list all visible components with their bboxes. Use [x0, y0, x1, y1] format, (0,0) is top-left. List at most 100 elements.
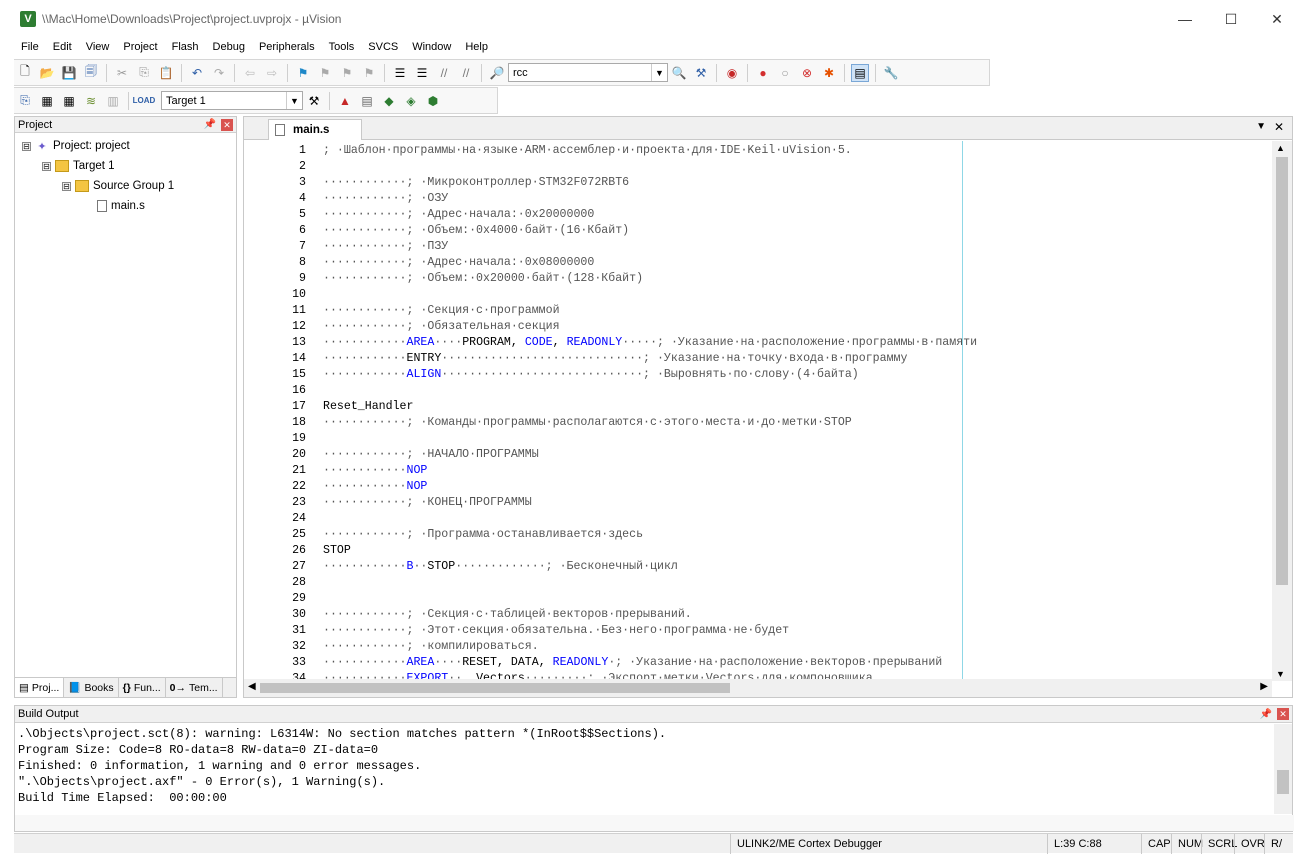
translate-icon[interactable]: ⎘: [16, 92, 34, 110]
build-output-text[interactable]: .\Objects\project.sct(8): warning: L6314…: [18, 726, 666, 806]
prev-bookmark-icon[interactable]: ⚑: [316, 64, 334, 82]
code-line[interactable]: 25 ············; ·Программа·останавливает…: [244, 527, 1272, 543]
menu-file[interactable]: File: [14, 41, 46, 53]
tab-templates[interactable]: 0→ Tem...: [166, 678, 223, 697]
cut-icon[interactable]: ✂: [113, 64, 131, 82]
chevron-down-icon[interactable]: ▼: [651, 64, 667, 81]
code-line[interactable]: 20 ············; ·НАЧАЛО·ПРОГРАММЫ: [244, 447, 1272, 463]
code-line[interactable]: 29: [244, 591, 1272, 607]
nav-back-icon[interactable]: ⇦: [241, 64, 259, 82]
code-line[interactable]: 5 ············; ·Адрес·начала:·0x20000000: [244, 207, 1272, 223]
undo-icon[interactable]: ↶: [188, 64, 206, 82]
runtime-env-icon[interactable]: ⬢: [424, 92, 442, 110]
target-options-icon[interactable]: ⚒: [305, 92, 323, 110]
code-line[interactable]: 19: [244, 431, 1272, 447]
code-line[interactable]: 12 ············; ·Обязательная·секция: [244, 319, 1272, 335]
breakpoint-icon[interactable]: ●: [754, 64, 772, 82]
open-file-icon[interactable]: 📂: [38, 64, 56, 82]
uncomment-icon[interactable]: //: [457, 64, 475, 82]
scroll-left-icon[interactable]: ◀: [248, 681, 256, 692]
target-select[interactable]: Target 1 ▼: [161, 91, 303, 110]
stop-build-icon[interactable]: ▥: [104, 92, 122, 110]
menu-flash[interactable]: Flash: [165, 41, 206, 53]
collapse-icon[interactable]: ⊟: [22, 141, 31, 151]
code-line[interactable]: 10: [244, 287, 1272, 303]
code-line[interactable]: 9 ············; ·Объем:·0x20000·байт·(128…: [244, 271, 1272, 287]
horizontal-scrollbar[interactable]: [15, 815, 1294, 831]
pin-icon[interactable]: 📌: [204, 119, 216, 130]
code-line[interactable]: 21 ············NOP: [244, 463, 1272, 479]
code-line[interactable]: 11 ············; ·Секция·с·программой: [244, 303, 1272, 319]
code-line[interactable]: 23 ············; ·КОНЕЦ·ПРОГРАММЫ: [244, 495, 1272, 511]
manage-components-icon[interactable]: ▲: [336, 92, 354, 110]
build-icon[interactable]: ▦: [38, 92, 56, 110]
tab-list-dropdown-icon[interactable]: ▼: [1256, 121, 1266, 132]
indent-icon[interactable]: ☰: [391, 64, 409, 82]
code-line[interactable]: 16: [244, 383, 1272, 399]
disable-breakpoint-icon[interactable]: ○: [776, 64, 794, 82]
code-line[interactable]: 27 ············B··STOP·············; ·Бес…: [244, 559, 1272, 575]
maximize-button[interactable]: ☐: [1208, 0, 1254, 38]
comment-icon[interactable]: //: [435, 64, 453, 82]
menu-help[interactable]: Help: [458, 41, 495, 53]
rebuild-icon[interactable]: ▦: [60, 92, 78, 110]
find-in-files-icon[interactable]: 🔎: [488, 64, 506, 82]
scroll-thumb[interactable]: [1277, 770, 1289, 794]
code-line[interactable]: 24: [244, 511, 1272, 527]
configure-icon[interactable]: 🔧: [882, 64, 900, 82]
nav-forward-icon[interactable]: ⇨: [263, 64, 281, 82]
close-icon[interactable]: ✕: [221, 119, 233, 131]
menu-window[interactable]: Window: [405, 41, 458, 53]
incremental-find-icon[interactable]: 🔍: [670, 64, 688, 82]
unindent-icon[interactable]: ☰: [413, 64, 431, 82]
code-line[interactable]: 22 ············NOP: [244, 479, 1272, 495]
code-line[interactable]: 15 ············ALIGN·····················…: [244, 367, 1272, 383]
paste-icon[interactable]: 📋: [157, 64, 175, 82]
disable-all-breakpoints-icon[interactable]: ⊗: [798, 64, 816, 82]
code-line[interactable]: 31 ············; ·Этот·секция·обязательна…: [244, 623, 1272, 639]
code-line[interactable]: 6 ············; ·Объем:·0x4000·байт·(16·К…: [244, 223, 1272, 239]
save-all-icon[interactable]: 🗐: [82, 64, 100, 82]
code-line[interactable]: 3 ············; ·Микроконтроллер·STM32F07…: [244, 175, 1272, 191]
tree-item-project[interactable]: ⊟ ✦ Project: project: [22, 137, 130, 155]
menu-peripherals[interactable]: Peripherals: [252, 41, 322, 53]
clear-bookmarks-icon[interactable]: ⚑: [360, 64, 378, 82]
menu-project[interactable]: Project: [116, 41, 164, 53]
code-line[interactable]: 26 STOP: [244, 543, 1272, 559]
tab-project[interactable]: ▤ Proj...: [15, 678, 65, 697]
menu-edit[interactable]: Edit: [46, 41, 79, 53]
menu-tools[interactable]: Tools: [322, 41, 362, 53]
tab-main-s[interactable]: main.s: [268, 119, 362, 140]
close-button[interactable]: ✕: [1254, 0, 1300, 38]
scroll-thumb[interactable]: [1276, 157, 1288, 585]
download-icon[interactable]: LOAD: [133, 92, 156, 110]
scroll-down-icon[interactable]: ▼: [1276, 669, 1285, 679]
horizontal-scrollbar[interactable]: ◀ ▶: [244, 679, 1272, 697]
code-line[interactable]: 30 ············; ·Секция·с·таблицей·векто…: [244, 607, 1272, 623]
scroll-thumb[interactable]: [260, 683, 730, 693]
select-packs-icon[interactable]: ◆: [380, 92, 398, 110]
tree-item-source-group[interactable]: ⊟ Source Group 1: [62, 177, 174, 195]
minimize-button[interactable]: —: [1162, 0, 1208, 38]
menu-view[interactable]: View: [79, 41, 117, 53]
copy-icon[interactable]: ⎘: [135, 64, 153, 82]
vertical-scrollbar[interactable]: ▲ ▼: [1272, 141, 1292, 681]
code-line[interactable]: 32 ············; ·компилироваться.: [244, 639, 1272, 655]
debug-session-icon[interactable]: ◉: [723, 64, 741, 82]
code-area[interactable]: 1 ; ·Шаблон·программы·на·языке·ARM·ассемб…: [244, 141, 1272, 679]
close-icon[interactable]: ✕: [1277, 708, 1289, 720]
scroll-right-icon[interactable]: ▶: [1260, 681, 1268, 692]
find-combo[interactable]: rcc ▼: [508, 63, 668, 82]
code-line[interactable]: 7 ············; ·ПЗУ: [244, 239, 1272, 255]
pin-icon[interactable]: 📌: [1260, 709, 1272, 720]
next-bookmark-icon[interactable]: ⚑: [338, 64, 356, 82]
tree-item-file[interactable]: main.s: [97, 197, 145, 215]
code-line[interactable]: 17 Reset_Handler: [244, 399, 1272, 415]
code-line[interactable]: 33 ············AREA····RESET, DATA, READO…: [244, 655, 1272, 671]
file-extensions-icon[interactable]: ▤: [358, 92, 376, 110]
collapse-icon[interactable]: ⊟: [62, 181, 71, 191]
code-line[interactable]: 8 ············; ·Адрес·начала:·0x08000000: [244, 255, 1272, 271]
code-line[interactable]: 2: [244, 159, 1272, 175]
code-line[interactable]: 18 ············; ·Команды·программы·распо…: [244, 415, 1272, 431]
close-tab-icon[interactable]: ✕: [1274, 120, 1284, 134]
